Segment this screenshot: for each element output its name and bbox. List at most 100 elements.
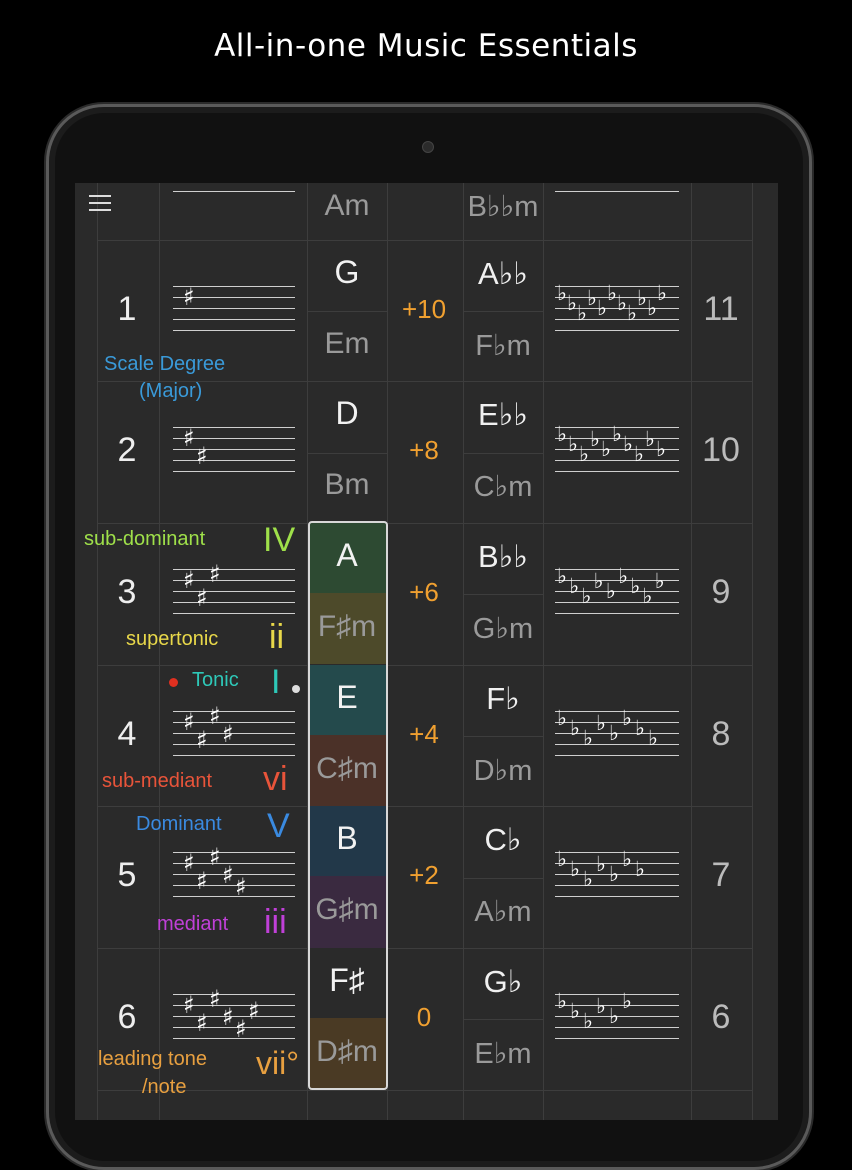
leading-tone-label: leading tone (98, 1048, 207, 1070)
sharp-accidental-icon: ♯ (183, 565, 195, 594)
relative-minor[interactable]: E♭m (463, 1036, 543, 1071)
chord-separator (307, 453, 387, 454)
sharp-key-signature: ♯ ♯ (173, 426, 295, 477)
chord-major[interactable]: B (307, 820, 387, 857)
flat-accidental-icon: ♭ (557, 988, 567, 1013)
flat-accidental-icon: ♭ (557, 705, 567, 730)
sharp-accidental-icon: ♯ (183, 282, 195, 311)
dominant-numeral: V (267, 807, 290, 845)
grid-line (159, 183, 160, 1120)
flat-accidental-icon: ♭ (583, 1008, 593, 1033)
red-dot-icon (169, 678, 178, 687)
supertonic-numeral: ii (269, 618, 285, 656)
flat-accidental-icon: ♭ (617, 290, 627, 315)
chord-major[interactable]: F♯ (307, 962, 387, 999)
flat-key-signature: ♭ ♭ ♭ ♭ ♭ ♭ ♭ (555, 848, 679, 902)
sharp-key-signature: ♯ (173, 282, 295, 336)
sharp-key-signature: ♯ ♯ ♯ (173, 562, 295, 619)
chord-separator (463, 1019, 543, 1020)
staff-line (555, 602, 679, 603)
relative-minor[interactable]: B♭♭m (463, 189, 543, 224)
relative-minor[interactable]: D♭m (463, 753, 543, 788)
sharp-accidental-icon: ♯ (235, 872, 247, 901)
row-separator (97, 948, 752, 949)
flat-accidental-icon: ♭ (622, 705, 632, 730)
relative-minor[interactable]: G♭m (463, 611, 543, 646)
sharp-accidental-icon: ♯ (196, 866, 208, 895)
staff-line (173, 319, 295, 320)
dominant-label: Dominant (136, 813, 222, 835)
flat-accidental-icon: ♭ (634, 441, 644, 466)
flat-accidental-icon: ♭ (557, 280, 567, 305)
flat-accidental-icon: ♭ (648, 725, 658, 750)
supertonic-label: supertonic (126, 628, 219, 650)
chord-minor[interactable]: G♯m (307, 893, 387, 927)
staff-line (555, 755, 679, 756)
flat-key-signature: ♭ ♭ ♭ ♭ ♭ ♭ ♭ ♭ ♭ (555, 565, 679, 619)
relative-major[interactable]: E♭♭ (463, 397, 543, 433)
scale-degree-number: 3 (117, 573, 137, 611)
flat-accidental-icon: ♭ (570, 998, 580, 1023)
chord-minor[interactable]: F♯m (307, 610, 387, 644)
staff-line (173, 191, 295, 192)
relative-major[interactable]: G♭ (463, 964, 543, 1000)
staff-line (555, 896, 679, 897)
sharp-key-signature: ♯ ♯ ♯ ♯ ♯ (173, 845, 295, 902)
scale-degree-number: 1 (117, 290, 137, 328)
chord-separator (463, 311, 543, 312)
staff-line (555, 994, 679, 995)
flat-accidental-icon: ♭ (609, 720, 619, 745)
chord-minor[interactable]: Bm (307, 468, 387, 502)
relative-major[interactable]: F♭ (463, 681, 543, 717)
staff-line (173, 602, 295, 603)
sub-dominant-label: sub-dominant (84, 528, 206, 550)
chord-minor[interactable]: C♯m (307, 752, 387, 786)
flat-count: 7 (711, 856, 731, 894)
row-separator (97, 1090, 752, 1091)
tonic-label: Tonic (192, 669, 239, 691)
chord-minor[interactable]: Em (307, 327, 387, 361)
mediant-numeral: iii (264, 903, 287, 941)
headline: All-in-one Music Essentials (214, 28, 638, 64)
sub-mediant-label: sub-mediant (102, 770, 213, 792)
flat-accidental-icon: ♭ (557, 421, 567, 446)
chord-minor[interactable]: D♯m (307, 1035, 387, 1069)
flat-key-signature: ♭ ♭ ♭ ♭ ♭ ♭ ♭ ♭ (555, 707, 679, 761)
relative-major[interactable]: C♭ (463, 822, 543, 858)
selected-key-highlight[interactable] (308, 521, 388, 1090)
staff-line (173, 460, 295, 461)
staff-line (555, 319, 679, 320)
chord-major[interactable]: G (307, 254, 387, 291)
relative-major[interactable]: B♭♭ (463, 539, 543, 575)
sharp-accidental-icon: ♯ (222, 719, 234, 748)
flat-key-signature: ♭ ♭ ♭ ♭ ♭ ♭ (555, 990, 679, 1044)
hamburger-menu-icon[interactable] (89, 195, 111, 213)
relative-minor[interactable]: A♭m (463, 894, 543, 929)
chord-separator (307, 311, 387, 312)
relative-minor[interactable]: C♭m (463, 469, 543, 504)
staff-line (555, 613, 679, 614)
relative-major[interactable]: A♭♭ (463, 256, 543, 292)
flat-accidental-icon: ♭ (593, 568, 604, 593)
flat-accidental-icon: ♭ (635, 856, 645, 881)
flat-accidental-icon: ♭ (597, 295, 607, 320)
flat-accidental-icon: ♭ (645, 426, 655, 451)
row-separator (97, 665, 752, 666)
chord-major[interactable]: A (307, 537, 387, 574)
staff-line (173, 613, 295, 614)
flat-accidental-icon: ♭ (570, 715, 580, 740)
staff-line (173, 755, 295, 756)
chord-major[interactable]: D (307, 395, 387, 432)
sharp-accidental-icon: ♯ (196, 725, 208, 754)
chord-major[interactable]: E (307, 679, 387, 716)
staff-line (173, 471, 295, 472)
chord-minor[interactable]: Am (307, 189, 387, 223)
sub-mediant-numeral: vi (263, 760, 288, 798)
staff-line (173, 885, 295, 886)
flat-accidental-icon: ♭ (605, 578, 616, 603)
flat-accidental-icon: ♭ (627, 300, 637, 325)
relative-minor[interactable]: F♭m (463, 328, 543, 363)
flat-key-signature: ♭ ♭ ♭ ♭ ♭ ♭ ♭ ♭ ♭ ♭ ♭ (555, 282, 679, 336)
flat-accidental-icon: ♭ (607, 280, 617, 305)
flat-accidental-icon: ♭ (569, 573, 580, 598)
